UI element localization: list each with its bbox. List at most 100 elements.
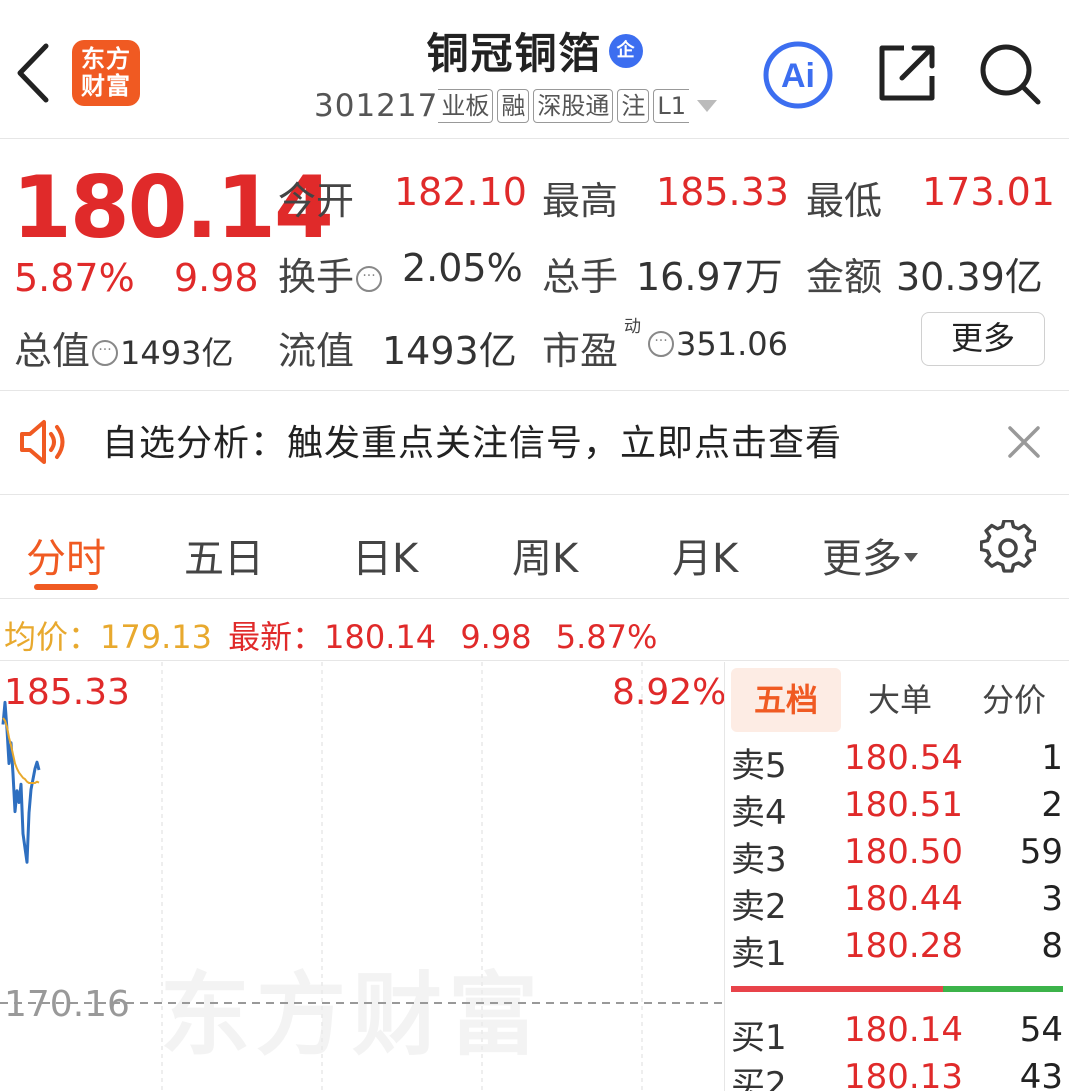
- tabs-divider: [0, 598, 1069, 599]
- pe-label: 市盈: [542, 329, 619, 373]
- bid-volume: 43: [1019, 1057, 1063, 1091]
- change-percent: 5.87%: [14, 256, 135, 300]
- pe-value: 351.06: [676, 325, 788, 363]
- intraday-chart[interactable]: 东方财富 185.33 8.92% 170.16: [0, 662, 726, 1091]
- stock-name: 铜冠铜箔: [426, 29, 603, 78]
- stock-code: 301217: [314, 88, 439, 124]
- more-quote-button[interactable]: 更多: [921, 312, 1045, 366]
- corp-badge: 企: [608, 33, 643, 68]
- high-label: 最高: [542, 179, 619, 223]
- bid-volume: 54: [1019, 1010, 1063, 1050]
- info-icon[interactable]: ···: [92, 340, 119, 366]
- tab-price-distribution[interactable]: 分价: [959, 668, 1069, 732]
- prev-close-label: 170.16: [4, 984, 130, 1025]
- ask-volume: 59: [1019, 832, 1063, 872]
- bid-row-2: 买2 180.13 43: [731, 1057, 1067, 1091]
- ask-label: 卖2: [731, 887, 787, 927]
- mktcap-label-wrap: 总值 ··· 1493亿: [14, 320, 233, 375]
- mktcap-value: 1493亿: [120, 334, 234, 372]
- gear-icon[interactable]: [980, 520, 1036, 576]
- close-icon[interactable]: [1004, 422, 1044, 462]
- tag-level1: L1: [653, 89, 689, 123]
- y-axis-high-label: 185.33: [4, 672, 130, 713]
- amount-value: 30.39亿: [896, 255, 1043, 299]
- bid-price: 180.14: [844, 1010, 963, 1050]
- avg-value: 179.13: [100, 618, 212, 656]
- stock-code-row[interactable]: 301217 业板 融 深股通 注 L1: [314, 86, 717, 126]
- caret-down-icon: [904, 553, 918, 562]
- bid-price: 180.13: [844, 1057, 963, 1091]
- ask-row-4: 卖4 180.51 2: [731, 785, 1067, 833]
- chart-canvas: [0, 662, 722, 1091]
- ask-price: 180.50: [844, 832, 963, 872]
- tab-five-level[interactable]: 五档: [731, 668, 841, 732]
- ask-row-5: 卖5 180.54 1: [731, 738, 1067, 786]
- header-divider: [0, 138, 1069, 139]
- high-value: 185.33: [656, 170, 789, 214]
- sell-ratio-segment: [731, 986, 944, 992]
- bid-label: 买1: [731, 1018, 787, 1058]
- ai-assistant-icon[interactable]: Ai: [762, 40, 834, 110]
- ask-row-1: 卖1 180.28 8: [731, 926, 1067, 974]
- latest-label: 最新：: [228, 618, 325, 656]
- low-label: 最低: [806, 179, 883, 223]
- tab-big-orders[interactable]: 大单: [845, 668, 955, 732]
- turnover-value: 2.05%: [402, 246, 523, 290]
- search-icon[interactable]: [978, 42, 1042, 106]
- mktcap-label: 总值: [14, 329, 91, 373]
- low-value: 173.01: [922, 170, 1055, 214]
- ask-price: 180.51: [844, 785, 963, 825]
- open-label: 今开: [278, 179, 355, 223]
- tab-active-indicator: [34, 584, 98, 590]
- amount-label: 金额: [806, 255, 883, 299]
- tab-weekly-k[interactable]: 周K: [512, 526, 578, 584]
- latest-pct: 5.87%: [555, 618, 658, 656]
- ask-label: 卖3: [731, 840, 787, 880]
- price-info-bar: 均价：179.13 最新：180.14 9.98 5.87%: [4, 612, 657, 658]
- notice-divider: [0, 494, 1069, 495]
- tag-registration: 注: [617, 89, 650, 123]
- ask-price: 180.44: [844, 879, 963, 919]
- open-value: 182.10: [394, 170, 527, 214]
- info-icon[interactable]: ···: [356, 266, 383, 292]
- tab-more-label: 更多: [822, 536, 902, 582]
- avg-label: 均价：: [4, 618, 101, 656]
- share-icon[interactable]: [876, 42, 938, 104]
- turnover-label-wrap: 换手 ···: [278, 246, 384, 301]
- pe-dynamic-mark: 动: [624, 317, 641, 337]
- change-amount: 9.98: [174, 256, 259, 300]
- chart-top-divider: [0, 660, 1069, 661]
- ask-row-2: 卖2 180.44 3: [731, 879, 1067, 927]
- ask-volume: 3: [1041, 879, 1063, 919]
- tab-daily-k[interactable]: 日K: [352, 526, 418, 584]
- info-icon[interactable]: ···: [648, 331, 674, 357]
- notice-text[interactable]: 自选分析：触发重点关注信号，立即点击查看: [102, 414, 842, 466]
- turnover-label: 换手: [278, 255, 355, 299]
- volume-label: 总手: [542, 255, 619, 299]
- chevron-down-icon[interactable]: [696, 100, 717, 112]
- float-value: 1493亿: [382, 329, 517, 373]
- ask-label: 卖1: [731, 934, 787, 974]
- order-book: 五档 大单 分价 卖5 180.54 1 卖4 180.51 2 卖3 180.…: [724, 662, 1069, 1091]
- tab-monthly-k[interactable]: 月K: [672, 526, 738, 584]
- ai-label: Ai: [781, 57, 815, 95]
- period-tabs: 分时 五日 日K 周K 月K 更多: [0, 518, 1069, 598]
- tag-margin: 融: [497, 89, 530, 123]
- tab-intraday[interactable]: 分时: [26, 526, 106, 584]
- ask-label: 卖4: [731, 793, 787, 833]
- buy-ratio-segment: [943, 986, 1063, 992]
- tag-connect: 深股通: [533, 89, 614, 123]
- volume-value: 16.97万: [636, 255, 783, 299]
- pct-axis-high-label: 8.92%: [612, 672, 727, 713]
- ask-volume: 8: [1041, 926, 1063, 966]
- top-nav-bar: 东方财富 铜冠铜箔企 301217 业板 融 深股通 注 L1 Ai: [0, 0, 1069, 138]
- tag-board: 业板: [438, 89, 494, 123]
- bid-row-1: 买1 180.14 54: [731, 1010, 1067, 1058]
- ask-row-3: 卖3 180.50 59: [731, 832, 1067, 880]
- tab-five-day[interactable]: 五日: [184, 526, 264, 584]
- ask-price: 180.54: [844, 738, 963, 778]
- ask-volume: 1: [1041, 738, 1063, 778]
- bid-label: 买2: [731, 1065, 787, 1091]
- tab-more[interactable]: 更多: [822, 526, 918, 584]
- notice-banner[interactable]: 自选分析：触发重点关注信号，立即点击查看: [0, 392, 1069, 494]
